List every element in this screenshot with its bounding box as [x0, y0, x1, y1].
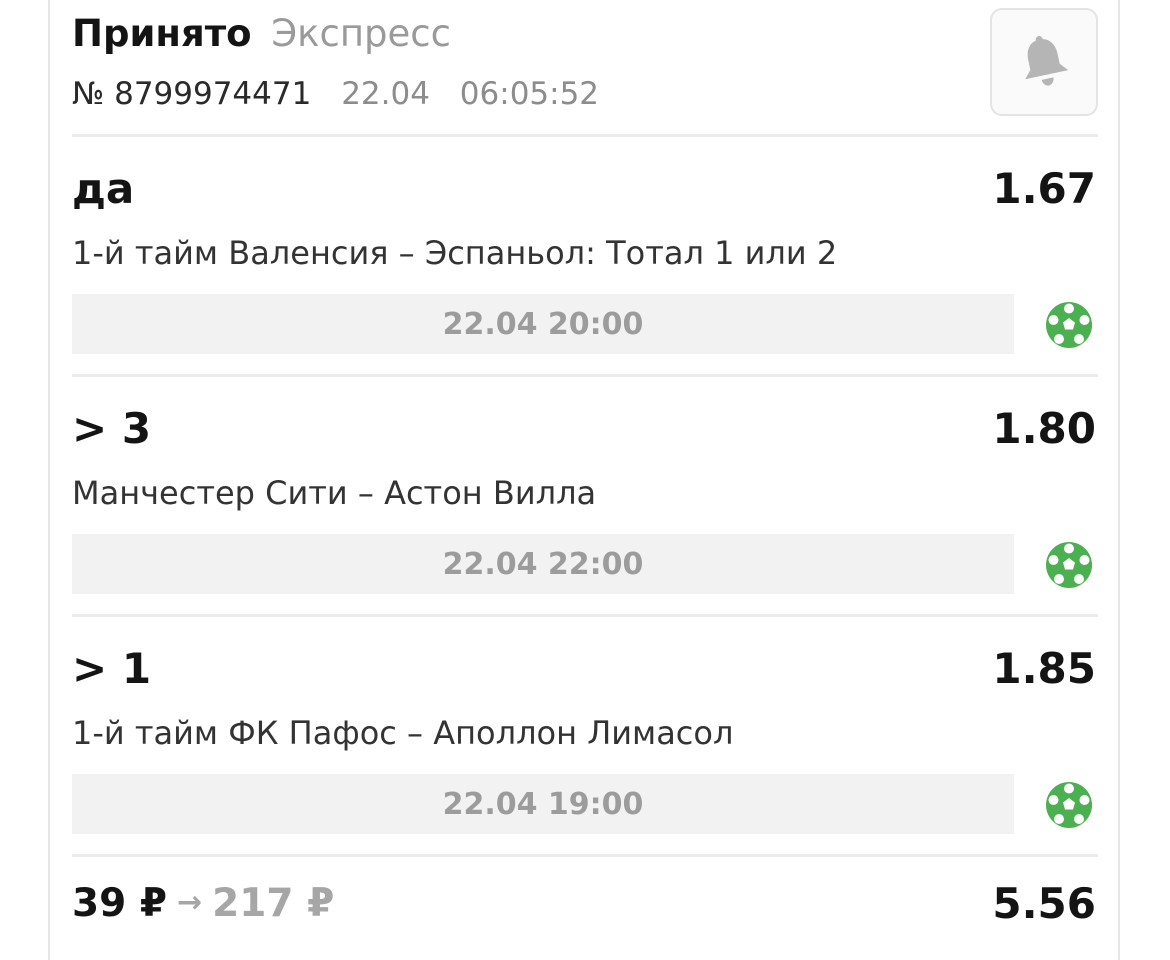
- stake-line: 39 ₽ → 217 ₽: [72, 880, 334, 931]
- event-start-time: 22.04 20:00: [72, 294, 1014, 354]
- event-item[interactable]: да 1.67 1-й тайм Валенсия – Эспаньол: То…: [72, 138, 1098, 376]
- divider: [72, 854, 1098, 857]
- bet-number: № 8799974471: [72, 76, 312, 112]
- soccer-ball-icon: [1046, 542, 1092, 588]
- bet-summary: 39 ₽ → 217 ₽ 5.56: [72, 858, 1098, 928]
- divider: [72, 614, 1098, 617]
- event-outcome: > 1: [72, 644, 152, 693]
- total-odds: 5.56: [992, 879, 1096, 928]
- arrow-right-icon: →: [177, 885, 203, 920]
- event-description: 1-й тайм Валенсия – Эспаньол: Тотал 1 ил…: [72, 234, 838, 272]
- bell-icon: [1025, 36, 1069, 86]
- divider: [72, 134, 1098, 137]
- soccer-ball-icon: [1046, 302, 1092, 348]
- event-item[interactable]: > 1 1.85 1-й тайм ФК Пафос – Аполлон Лим…: [72, 618, 1098, 856]
- event-outcome: да: [72, 164, 135, 213]
- status-line: Принято Экспресс: [72, 12, 451, 56]
- bet-meta: № 8799974471 22.04 06:05:52: [72, 74, 599, 114]
- event-odds: 1.67: [992, 164, 1096, 213]
- event-description: 1-й тайм ФК Пафос – Аполлон Лимасол: [72, 714, 734, 752]
- bet-status: Принято: [72, 12, 252, 55]
- notification-button[interactable]: [990, 8, 1098, 116]
- soccer-ball-icon: [1046, 782, 1092, 828]
- event-odds: 1.80: [992, 404, 1096, 453]
- event-outcome: > 3: [72, 404, 152, 453]
- bet-time: 06:05:52: [459, 76, 600, 112]
- event-start-time: 22.04 19:00: [72, 774, 1014, 834]
- potential-payout: 217 ₽: [212, 881, 335, 926]
- event-description: Манчестер Сити – Астон Вилла: [72, 474, 597, 512]
- stake-amount: 39 ₽: [72, 881, 167, 926]
- event-item[interactable]: > 3 1.80 Манчестер Сити – Астон Вилла 22…: [72, 378, 1098, 616]
- event-start-time: 22.04 22:00: [72, 534, 1014, 594]
- bet-header: Принято Экспресс № 8799974471 22.04 06:0…: [72, 0, 1098, 136]
- divider: [72, 374, 1098, 377]
- bet-type: Экспресс: [271, 12, 451, 55]
- bet-date: 22.04: [341, 76, 430, 112]
- event-odds: 1.85: [992, 644, 1096, 693]
